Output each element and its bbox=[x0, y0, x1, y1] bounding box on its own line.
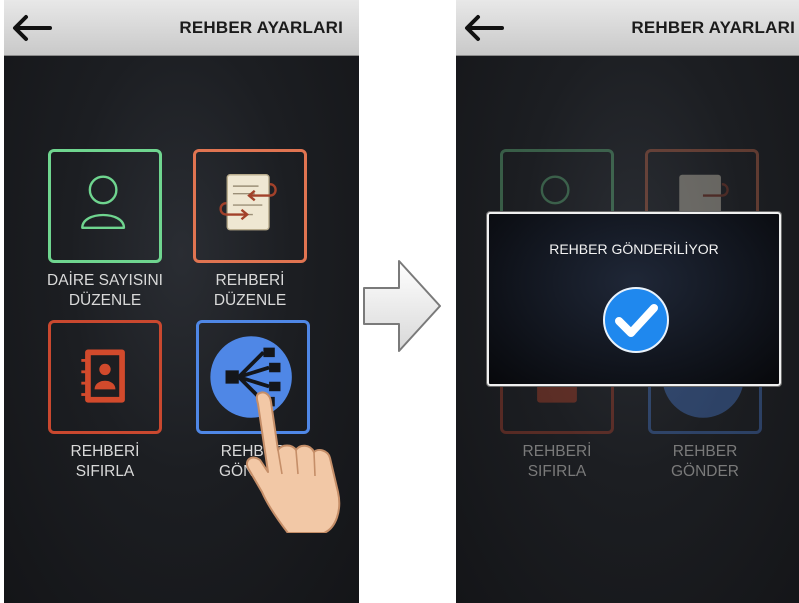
tile-label-line2: DÜZENLE bbox=[213, 292, 287, 309]
top-bar: REHBER AYARLARI bbox=[4, 0, 359, 56]
tile-label-line2: GÖNDER bbox=[670, 463, 740, 480]
tile-label-line1: REHBER bbox=[672, 443, 738, 460]
tile-label: REHBERİ DÜZENLE bbox=[175, 271, 325, 311]
edit-unit-count-tile[interactable] bbox=[48, 149, 162, 263]
edit-directory-tile[interactable] bbox=[193, 149, 307, 263]
back-arrow-icon[interactable] bbox=[10, 14, 52, 42]
screen-right: REHBER AYARLARI REHBERİ SIFIRLA REHBER G… bbox=[456, 0, 799, 603]
next-arrow-icon bbox=[363, 260, 441, 352]
tile-label: DAİRE SAYISINI DÜZENLE bbox=[30, 271, 180, 311]
user-icon bbox=[81, 175, 126, 229]
check-icon bbox=[603, 287, 669, 353]
tile-label-line2: DÜZENLE bbox=[68, 292, 142, 309]
tile-label-line2: SIFIRLA bbox=[75, 463, 135, 480]
tile-label-line1: REHBERİ bbox=[215, 272, 285, 289]
page-title: REHBER AYARLARI bbox=[179, 18, 343, 37]
tile-label: REHBERİ SIFIRLA bbox=[30, 442, 180, 482]
contact-book-icon bbox=[81, 349, 125, 403]
tile-label-line1: REHBERİ bbox=[70, 443, 140, 460]
sending-dialog: REHBER GÖNDERİLİYOR bbox=[486, 211, 782, 387]
tile-label-line2: SIFIRLA bbox=[527, 463, 587, 480]
page-title: REHBER AYARLARI bbox=[631, 18, 795, 37]
back-arrow-icon[interactable] bbox=[462, 14, 504, 42]
dialog-message: REHBER GÖNDERİLİYOR bbox=[549, 241, 719, 257]
tile-label-line1: DAİRE SAYISINI bbox=[47, 272, 163, 289]
hand-pointer-icon bbox=[246, 391, 341, 533]
tile-label: REHBERİ SIFIRLA bbox=[482, 442, 632, 482]
reset-directory-tile[interactable] bbox=[48, 320, 162, 434]
top-bar: REHBER AYARLARI bbox=[456, 0, 799, 56]
tile-label: REHBER GÖNDER bbox=[630, 442, 780, 482]
edit-list-icon bbox=[219, 174, 277, 231]
tile-label-line1: REHBERİ bbox=[522, 443, 592, 460]
